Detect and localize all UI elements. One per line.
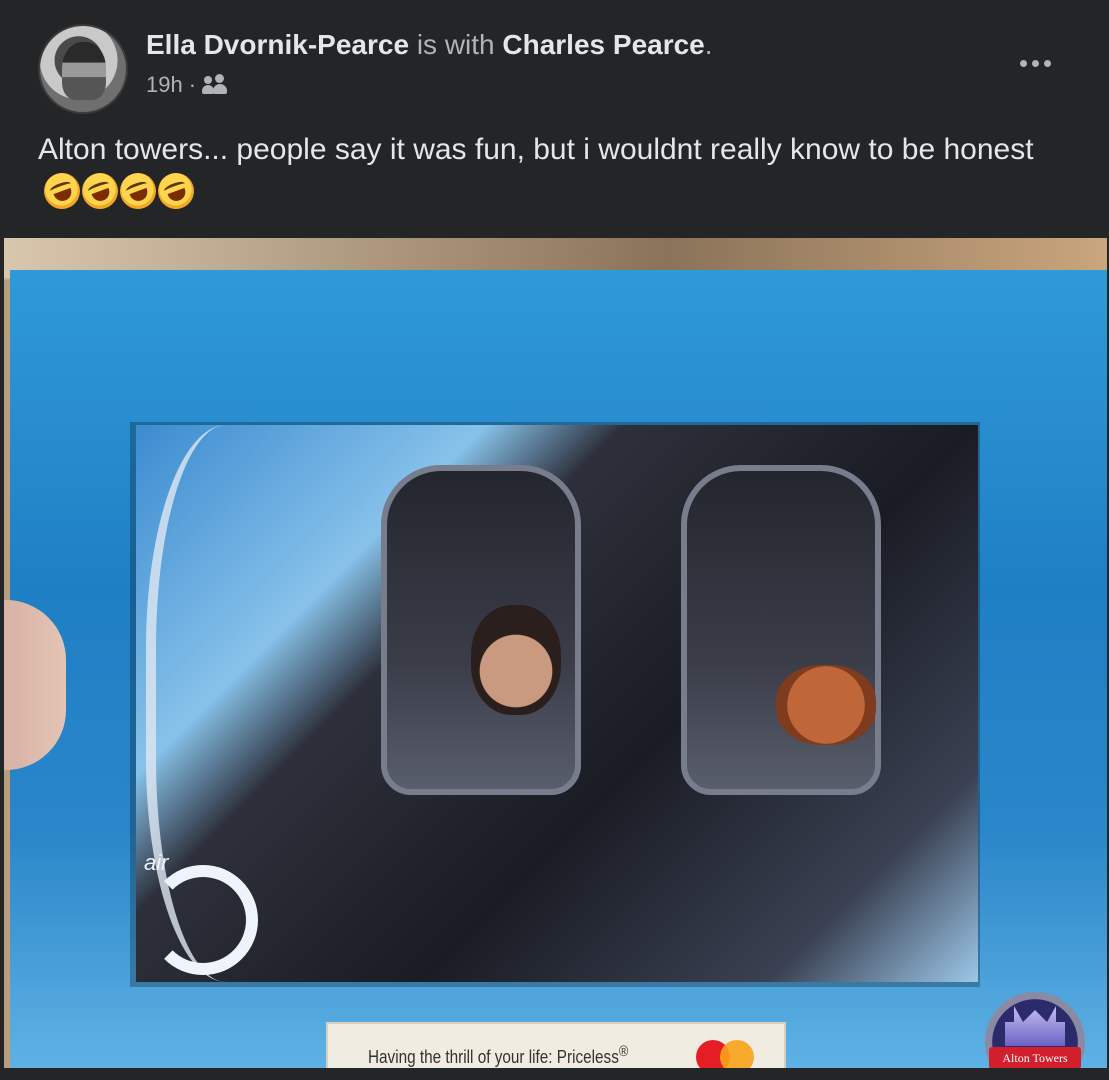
banner-text: Having the thrill of your life: Priceles… xyxy=(368,1042,629,1067)
laughing-emoji-icon xyxy=(76,168,124,215)
rider-left xyxy=(471,605,561,715)
ride-photo: air xyxy=(136,425,978,982)
bottom-edge xyxy=(0,1068,1109,1080)
avatar-portrait xyxy=(62,42,106,100)
air-ride-logo: air xyxy=(144,850,169,875)
dot-icon xyxy=(1043,59,1051,67)
laughing-emoji-icon xyxy=(38,168,86,215)
author-name-link[interactable]: Ella Dvornik-Pearce xyxy=(146,29,409,60)
alton-towers-logo-text: Alton Towers xyxy=(989,1047,1081,1068)
post-headline: Ella Dvornik-Pearce is with Charles Pear… xyxy=(146,28,713,62)
swirl-logo-icon xyxy=(148,865,258,975)
post-time[interactable]: 19h xyxy=(146,72,183,98)
photo-folder: air Having the thrill of your life: Pric… xyxy=(10,270,1107,1068)
tagged-name-link[interactable]: Charles Pearce xyxy=(502,29,704,60)
post-text: Alton towers... people say it was fun, b… xyxy=(38,133,1034,166)
friends-icon[interactable] xyxy=(202,74,228,96)
with-text: is with xyxy=(416,29,495,60)
dot-icon xyxy=(1019,59,1027,67)
post-meta: 19h · xyxy=(146,72,228,98)
mastercard-logo-icon xyxy=(696,1040,756,1068)
coaster-seat-right xyxy=(681,465,881,795)
post-body: Alton towers... people say it was fun, b… xyxy=(38,130,1068,215)
laughing-emoji-icon xyxy=(114,168,162,215)
more-options-button[interactable] xyxy=(1013,48,1057,78)
period: . xyxy=(704,29,713,60)
castle-icon xyxy=(1005,1006,1065,1046)
rider-right xyxy=(776,665,876,745)
alton-towers-logo-icon: Alton Towers xyxy=(985,992,1085,1068)
author-avatar[interactable] xyxy=(38,24,128,114)
emoji-row xyxy=(38,168,200,215)
post-photo[interactable]: air Having the thrill of your life: Pric… xyxy=(4,238,1107,1068)
dot-icon xyxy=(1031,59,1039,67)
mastercard-banner: Having the thrill of your life: Priceles… xyxy=(326,1022,786,1068)
meta-separator: · xyxy=(188,72,197,97)
laughing-emoji-icon xyxy=(152,168,200,215)
post-header: Ella Dvornik-Pearce is with Charles Pear… xyxy=(0,0,1109,130)
